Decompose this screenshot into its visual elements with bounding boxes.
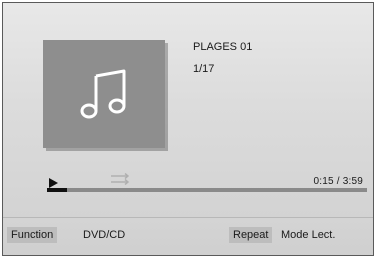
repeat-button[interactable]: Repeat [229, 227, 273, 243]
function-button[interactable]: Function [7, 227, 58, 243]
album-art [43, 40, 165, 148]
time-readout: 0:15 / 3:59 [314, 176, 363, 187]
time-separator: / [336, 176, 340, 187]
progress-fill [47, 188, 68, 192]
media-player-screen: PLAGES 01 1/17 0:15 / 3:59 Function DVD/… [2, 2, 374, 256]
music-note-icon [80, 69, 126, 119]
progress-bar[interactable] [47, 188, 367, 192]
elapsed-time: 0:15 [313, 176, 334, 187]
bottom-bar: Function DVD/CD Repeat Mode Lect. [3, 217, 373, 255]
total-time: 3:59 [342, 176, 363, 187]
track-index: 1/17 [193, 63, 215, 75]
track-title: PLAGES 01 [193, 41, 253, 53]
repeat-value: Mode Lect. [281, 229, 336, 241]
function-value: DVD/CD [83, 229, 126, 241]
